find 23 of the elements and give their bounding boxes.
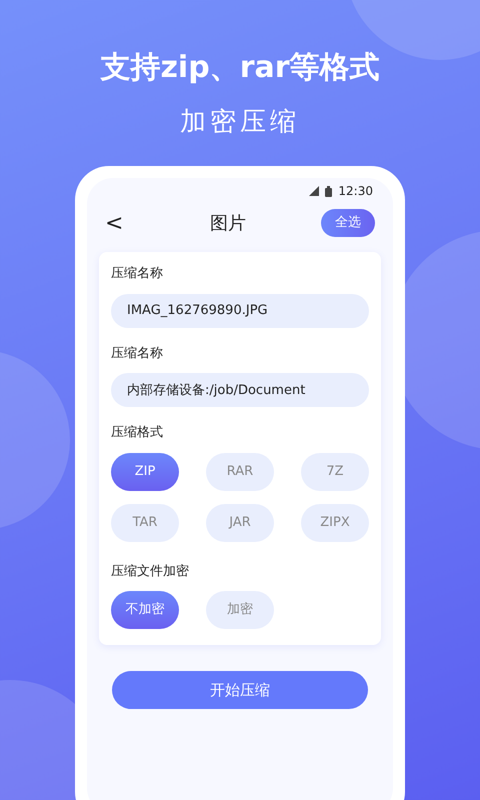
option-chip[interactable]: 加密 <box>206 591 274 629</box>
signal-icon <box>309 186 320 196</box>
option-chip[interactable]: RAR <box>206 452 274 490</box>
option-chip[interactable]: ZIPX <box>301 504 369 542</box>
subtitle: 加密压缩 <box>179 106 301 138</box>
option-chip[interactable]: 7Z <box>301 452 369 490</box>
section-label: 压缩格式 <box>111 424 164 442</box>
text-field[interactable]: IMAG_162769890.JPG <box>111 294 369 328</box>
status-time: 12:30 <box>338 183 373 200</box>
option-chip[interactable]: JAR <box>206 504 274 542</box>
field-label: 压缩名称 <box>111 344 164 362</box>
battery-icon <box>325 186 332 196</box>
select-all-button[interactable]: 全选 <box>321 209 375 237</box>
page-title: 图片 <box>210 212 246 236</box>
text-field[interactable]: 内部存储设备:/job/Document <box>111 373 369 407</box>
field-label: 压缩名称 <box>111 265 164 283</box>
option-chip[interactable]: ZIP <box>111 452 179 490</box>
start-compress-button[interactable]: 开始压缩 <box>112 671 368 709</box>
option-chip[interactable]: 不加密 <box>111 591 179 629</box>
option-chip[interactable]: TAR <box>111 504 179 542</box>
section-label: 压缩文件加密 <box>111 562 190 580</box>
back-button[interactable]: < <box>105 206 135 240</box>
headline: 支持zip、rar等格式 <box>100 50 380 86</box>
